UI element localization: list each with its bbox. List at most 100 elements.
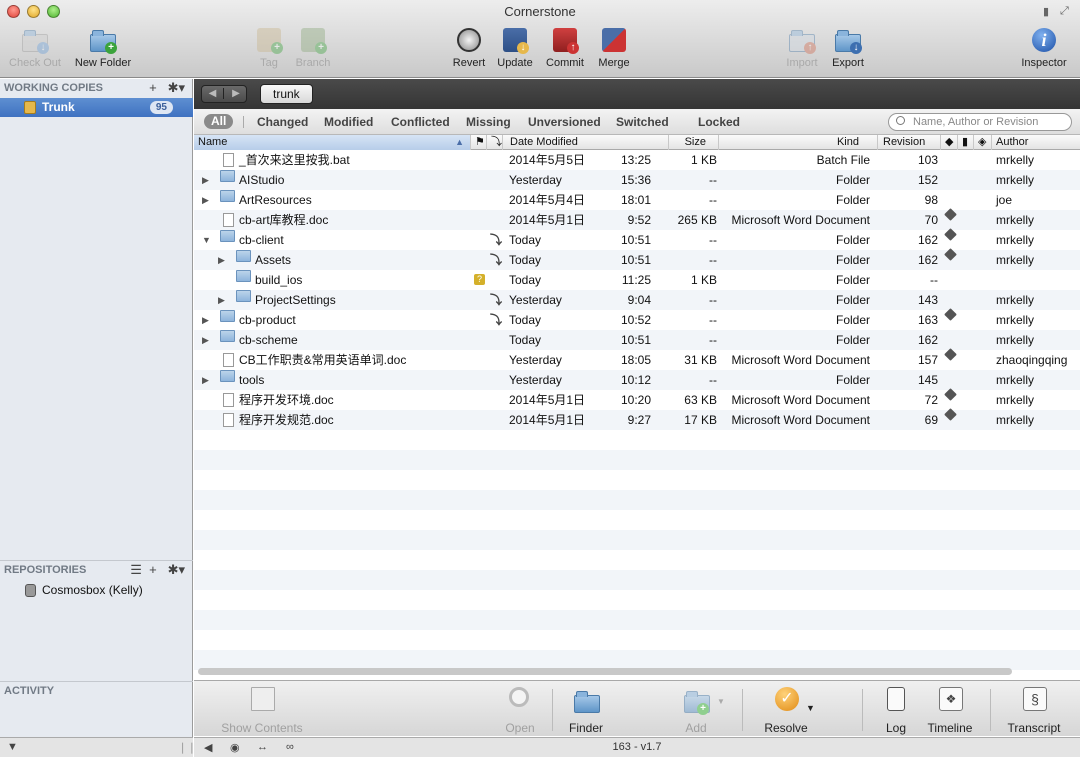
filter-unversioned[interactable]: Unversioned — [528, 115, 601, 129]
revert-button[interactable]: Revert — [450, 26, 488, 69]
table-row[interactable]: ▶ cb-product ⤵ Today 10:52 -- Folder 163 mrkelly — [194, 308, 1080, 330]
open-label: Open — [505, 721, 535, 735]
column-lock[interactable]: ▮ — [958, 135, 974, 150]
branch-button[interactable]: + Branch — [292, 26, 334, 69]
tag-button[interactable]: + Tag — [254, 26, 284, 69]
time-modified: 15:36 — [620, 173, 651, 187]
update-button[interactable]: ↓ Update — [494, 26, 536, 69]
table-row[interactable]: 程序开发环境.doc 2014年5月1日 10:20 63 KB Microsoft W… — [194, 388, 1080, 410]
update-icon: ↓ — [500, 26, 530, 54]
disclosure-triangle-icon[interactable]: ▶ — [202, 170, 209, 190]
sidebar-item-trunk[interactable]: Trunk 95 — [0, 98, 193, 117]
document-icon — [223, 213, 234, 227]
check-out-button[interactable]: ↓ Check Out — [6, 26, 64, 69]
revision-number: 162 — [917, 333, 938, 347]
timeline-icon: ❖ — [936, 685, 964, 715]
table-row[interactable]: ▶ ProjectSettings ⤵ Yesterday 9:04 -- Folder 14… — [194, 290, 1080, 310]
timeline-label: Timeline — [927, 721, 973, 735]
sidebar: WORKING COPIES + ✱▾ Trunk 95 REPOSITORIE… — [0, 79, 193, 737]
list-icon[interactable]: ☰ — [130, 562, 142, 577]
show-contents-button[interactable]: Show Contents — [220, 685, 304, 735]
add-folder-icon: + — [682, 685, 710, 715]
database-icon — [25, 584, 36, 597]
add-repository-button[interactable]: + — [149, 562, 157, 577]
filter-conflicted[interactable]: Conflicted — [391, 115, 450, 129]
author: mrkelly — [996, 153, 1034, 167]
finder-button[interactable]: Finder — [566, 685, 606, 735]
author: mrkelly — [996, 333, 1034, 347]
resolve-dropdown-icon[interactable]: ▼ — [806, 703, 815, 713]
breadcrumb[interactable]: trunk — [260, 84, 313, 104]
add-dropdown-icon[interactable]: ▼ — [717, 697, 725, 706]
file-kind: Microsoft Word Document — [731, 413, 871, 427]
table-row[interactable]: build_ios? Today 11:25 1 KB Folder -- — [194, 270, 1080, 290]
disclosure-triangle-icon[interactable]: ▶ — [202, 370, 209, 390]
repository-gear-icon[interactable]: ✱▾ — [168, 562, 185, 577]
table-row[interactable]: ▶ Assets ⤵ Today 10:51 -- Folder 162 mrkelly — [194, 248, 1080, 270]
table-row[interactable]: 程序开发规范.doc 2014年5月1日 9:27 17 KB Microsoft Wo… — [194, 408, 1080, 430]
disclosure-triangle-icon[interactable]: ▶ — [218, 250, 225, 270]
disclosure-triangle-icon[interactable]: ▼ — [202, 230, 211, 250]
table-row[interactable]: ▶ ArtResources 2014年5月4日 18:01 -- Folder 98 joe — [194, 190, 1080, 210]
column-kind[interactable]: Kind — [719, 135, 878, 150]
filter-locked[interactable]: Locked — [698, 115, 740, 129]
filter-switched[interactable]: Switched — [616, 115, 669, 129]
resolve-button[interactable]: ✓ Resolve — [762, 685, 810, 735]
export-button[interactable]: ↓ Export — [828, 26, 868, 69]
column-author[interactable]: Author — [992, 135, 1080, 150]
disclosure-triangle-icon[interactable]: ▶ — [202, 190, 209, 210]
file-kind: Microsoft Word Document — [731, 213, 871, 227]
column-size[interactable]: Size — [669, 135, 719, 150]
column-flag[interactable]: ⚑ — [471, 135, 487, 150]
gear-icon[interactable]: ✱▾ — [168, 80, 185, 95]
disclosure-triangle-icon[interactable]: ▶ — [202, 310, 209, 330]
timeline-button[interactable]: ❖ Timeline — [926, 685, 974, 735]
fullscreen-icon[interactable]: ⤢ — [1060, 5, 1069, 18]
table-row[interactable]: cb-art库教程.doc 2014年5月1日 9:52 265 KB Microsof… — [194, 208, 1080, 230]
column-tag[interactable]: ◆ — [941, 135, 958, 150]
show-contents-icon — [248, 685, 276, 715]
forward-button[interactable]: ▶ — [225, 88, 247, 99]
revision-number: 145 — [917, 373, 938, 387]
column-date[interactable]: Date Modified — [503, 135, 669, 150]
toggle-sidebar-icon[interactable]: ▼ — [7, 741, 18, 753]
file-name: cb-art库教程.doc — [239, 213, 329, 227]
new-folder-button[interactable]: + New Folder — [70, 26, 136, 69]
transcript-button[interactable]: § Transcript — [1006, 685, 1062, 735]
lock-icon[interactable]: ▮ — [1043, 5, 1049, 18]
disclosure-triangle-icon[interactable]: ▶ — [202, 330, 209, 350]
file-list[interactable]: _首次来这里按我.bat 2014年5月5日 13:25 1 KB Batch File… — [194, 150, 1080, 670]
column-name[interactable]: Name ▲ — [194, 135, 471, 150]
sidebar-item-repository[interactable]: Cosmosbox (Kelly) — [0, 581, 193, 599]
incoming-change-icon: ⤵ — [490, 293, 503, 307]
table-row[interactable]: _首次来这里按我.bat 2014年5月5日 13:25 1 KB Batch File… — [194, 150, 1080, 170]
table-row[interactable]: ▶ cb-scheme Today 10:51 -- Folder 162 mrkelly — [194, 330, 1080, 350]
search-input[interactable]: Name, Author or Revision — [888, 113, 1072, 131]
column-revision[interactable]: Revision — [878, 135, 941, 150]
open-button[interactable]: Open — [502, 685, 538, 735]
commit-button[interactable]: ↑ Commit — [542, 26, 588, 69]
column-layer[interactable]: ◈ — [974, 135, 992, 150]
add-working-copy-button[interactable]: + — [149, 80, 157, 95]
table-row[interactable]: ▶ AIStudio Yesterday 15:36 -- Folder 152 mrkell… — [194, 170, 1080, 190]
horizontal-scrollbar[interactable] — [198, 668, 1012, 675]
filter-changed[interactable]: Changed — [257, 115, 308, 129]
back-button[interactable]: ◀ — [202, 88, 224, 99]
disclosure-triangle-icon[interactable]: ▶ — [218, 290, 225, 310]
column-incoming[interactable]: ⤵ — [487, 135, 503, 150]
info-icon: i — [1029, 26, 1059, 54]
merge-button[interactable]: Merge — [594, 26, 634, 69]
separator — [862, 689, 863, 731]
show-contents-label: Show Contents — [221, 721, 303, 735]
file-name: build_ios — [255, 273, 303, 287]
filter-missing[interactable]: Missing — [466, 115, 511, 129]
table-row[interactable]: ▼ cb-client ⤵ Today 10:51 -- Folder 162 mrkelly — [194, 228, 1080, 250]
add-button[interactable]: + Add — [678, 685, 714, 735]
filter-all[interactable]: All — [204, 114, 234, 129]
filter-modified[interactable]: Modified — [324, 115, 373, 129]
table-row[interactable]: ▶ tools Yesterday 10:12 -- Folder 145 mrkelly — [194, 370, 1080, 390]
inspector-button[interactable]: i Inspector — [1016, 26, 1072, 69]
log-button[interactable]: Log — [882, 685, 910, 735]
import-button[interactable]: ↑ Import — [782, 26, 822, 69]
table-row[interactable]: CB工作职责&常用英语单词.doc Yesterday 18:05 31 KB Micr… — [194, 348, 1080, 370]
